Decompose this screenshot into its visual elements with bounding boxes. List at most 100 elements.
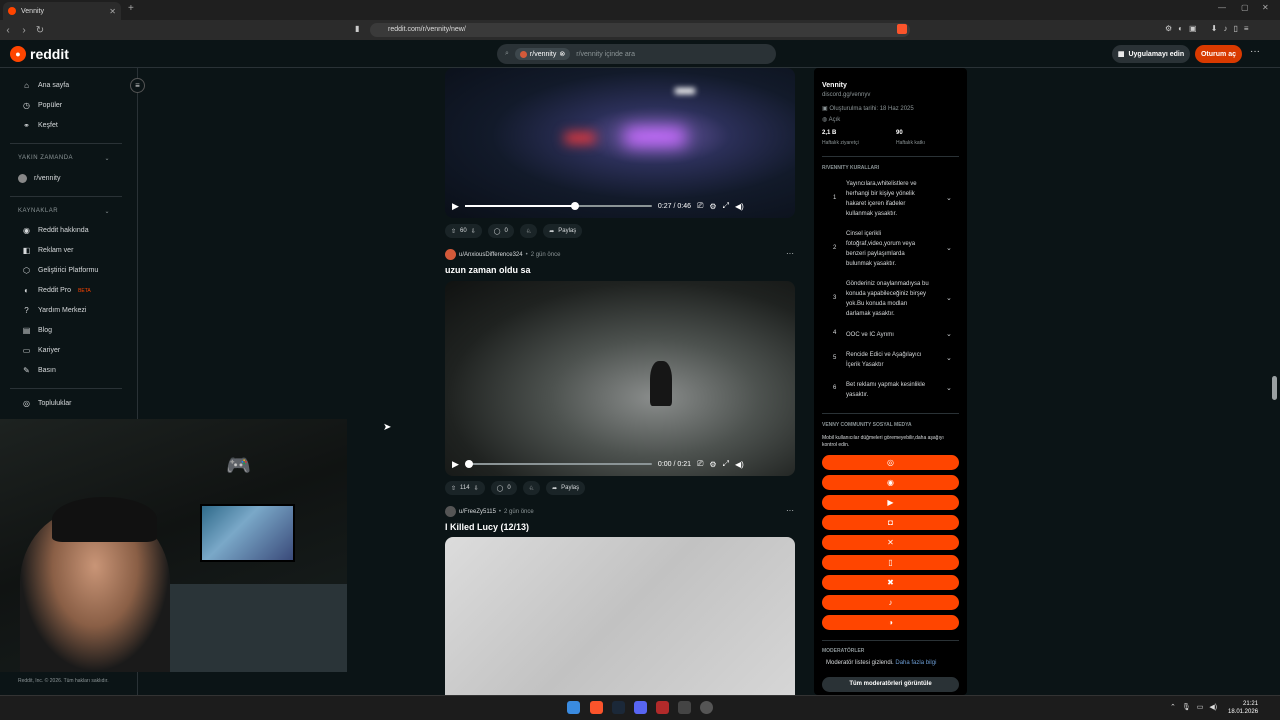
browser-tab[interactable]: Vennity ✕ [3,2,121,20]
captions-icon[interactable]: ⎚ [697,459,703,469]
sidebar-item-vennity[interactable]: r/vennity [18,174,60,183]
video-progress-bar[interactable] [464,460,652,468]
post-options-icon[interactable]: ··· [786,249,794,258]
post-title[interactable]: I Killed Lucy (12/13) [445,522,529,532]
sidebar-item-reddit-pro[interactable]: ◐ Reddit Pro BETA [22,286,91,295]
video-progress-bar[interactable] [464,202,652,210]
captions-icon[interactable]: ⎚ [697,201,703,211]
post-author[interactable]: u/AnxiousDifference324 [459,252,523,258]
chevron-up-icon[interactable]: ⌃ [1170,703,1176,711]
sidebar-item-careers[interactable]: ▭ Kariyer [22,346,60,355]
play-icon[interactable]: ▶ [452,201,459,212]
recent-section-header[interactable]: YAKIN ZAMANDA ⌄ [18,155,110,162]
settings-icon[interactable]: ⚙ [709,460,716,469]
kick-icon[interactable]: ✖ [822,575,959,590]
sidebar-item-developer[interactable]: ⬡ Geliştirici Platformu [22,266,98,275]
volume-icon[interactable]: ◀) [735,202,744,211]
settings-icon[interactable]: ⚙ [709,202,716,211]
sidebar-item-blog[interactable]: ▤ Blog [22,326,52,335]
new-tab-icon[interactable]: + [128,3,134,14]
scrollbar-thumb[interactable] [1272,376,1277,400]
discord-taskbar-icon[interactable] [634,701,647,714]
sidebar-item-advertise[interactable]: ◧ Reklam ver [22,246,74,255]
view-all-moderators-button[interactable]: Tüm moderatörleri görüntüle [822,677,959,692]
obs-taskbar-icon[interactable] [678,701,691,714]
app-taskbar-icon[interactable] [656,701,669,714]
sidebar-item-popular[interactable]: ◷ Popüler [22,101,62,110]
award-button[interactable]: ♘ [519,224,538,238]
sidebar-item-home[interactable]: ⌂ Ana sayfa [22,81,69,90]
steam-icon[interactable]: ◑ [822,615,959,630]
upvote-icon[interactable]: ⇧ [451,228,456,235]
collapse-sidebar-button[interactable]: ≡ [130,78,145,93]
discord-icon[interactable]: ◉ [822,475,959,490]
reddit-logo[interactable]: ● reddit [10,46,69,62]
minimize-icon[interactable]: — [1218,3,1226,12]
chip-clear-icon[interactable]: ⊗ [559,50,565,58]
reload-icon[interactable]: ↻ [32,25,48,36]
comments-button[interactable]: ◯ 0 [490,481,517,495]
avatar[interactable] [445,249,456,260]
search-bar[interactable]: ⌕ r/vennity ⊗ r/vennity içinde ara [497,44,776,64]
social-note: Mobil kullanıcılar düğmeleri göremeyebil… [822,435,944,448]
comments-button[interactable]: ◯ 0 [487,224,514,238]
post-author[interactable]: u/FreeZy5115 [459,509,496,515]
fullscreen-icon[interactable]: ⤢ [723,201,729,211]
upvote-icon[interactable]: ⇧ [451,485,456,492]
share-button[interactable]: ➦ Paylaş [546,481,586,495]
get-app-button[interactable]: ▦ Uygulamayı edin [1112,45,1190,63]
brave-shield-icon[interactable] [897,24,907,34]
volume-icon[interactable]: ◀) [735,460,744,469]
post-title[interactable]: uzun zaman oldu sa [445,265,531,275]
avatar[interactable] [445,506,456,517]
tiktok-icon[interactable]: ♪ [822,595,959,610]
sidebar-item-help[interactable]: ? Yardım Merkezi [22,306,86,315]
sidebar-item-communities[interactable]: ◎ Topluluklar [22,399,71,408]
browser-toolbar-icons[interactable]: ⚙◐▣ ⬇♪▯≡ [1165,24,1255,33]
community-chip-label: r/vennity [529,50,557,58]
close-tab-icon[interactable]: ✕ [109,7,116,16]
close-window-icon[interactable]: ✕ [1262,3,1269,12]
more-options-icon[interactable]: ··· [1250,46,1260,57]
downvote-icon[interactable]: ⇩ [471,228,476,235]
post-options-icon[interactable]: ··· [786,506,794,515]
mods-info-link[interactable]: Daha fazla bilgi [895,660,936,666]
rule-number: 6 [833,385,837,391]
resources-section-header[interactable]: KAYNAKLAR ⌄ [18,208,110,215]
sidebar-item-press[interactable]: ✎ Basın [22,366,56,375]
twitch-icon[interactable]: ▯ [822,555,959,570]
bookmark-icon[interactable]: ▮ [355,24,359,33]
brave-browser-icon[interactable] [590,701,603,714]
network-icon[interactable]: ▭ [1197,703,1204,711]
play-icon[interactable]: ▶ [452,459,459,470]
community-link[interactable]: discord.gg/vennyv [822,92,870,98]
award-button[interactable]: ♘ [522,481,541,495]
community-chip[interactable]: r/vennity ⊗ [514,48,571,60]
windows-start-icon[interactable] [567,701,580,714]
share-button[interactable]: ➦ Paylaş [543,224,583,238]
sidebar-item-about[interactable]: ◉ Reddit hakkında [22,226,89,235]
post-video[interactable] [445,68,795,218]
mic-icon[interactable]: 🎙 [1182,703,1191,711]
web-icon[interactable]: ◎ [822,455,959,470]
url-field[interactable]: reddit.com/r/vennity/new/ [370,23,910,37]
fullscreen-icon[interactable]: ⤢ [723,459,729,469]
maximize-icon[interactable]: ▢ [1241,3,1249,12]
youtube-icon[interactable]: ▶ [822,495,959,510]
steam-taskbar-icon[interactable] [612,701,625,714]
instagram-icon[interactable]: ◘ [822,515,959,530]
volume-icon[interactable]: ◀) [1209,703,1217,711]
sidebar-item-explore[interactable]: ⚭ Keşfet [22,121,58,130]
login-button[interactable]: Oturum aç [1195,45,1242,63]
system-tray[interactable]: ⌃ 🎙 ▭ ◀) [1170,703,1217,711]
video-progress-knob[interactable] [464,460,473,468]
x-icon[interactable]: ✕ [822,535,959,550]
forward-icon[interactable]: › [16,25,32,36]
downvote-icon[interactable]: ⇩ [474,485,479,492]
post-video[interactable] [445,281,795,476]
post-image[interactable] [445,537,795,695]
taskbar-clock[interactable]: 21:21 18.01.2026 [1228,700,1258,716]
video-progress-knob[interactable] [571,202,580,210]
back-icon[interactable]: ‹ [0,25,16,36]
app-taskbar-icon[interactable] [700,701,713,714]
